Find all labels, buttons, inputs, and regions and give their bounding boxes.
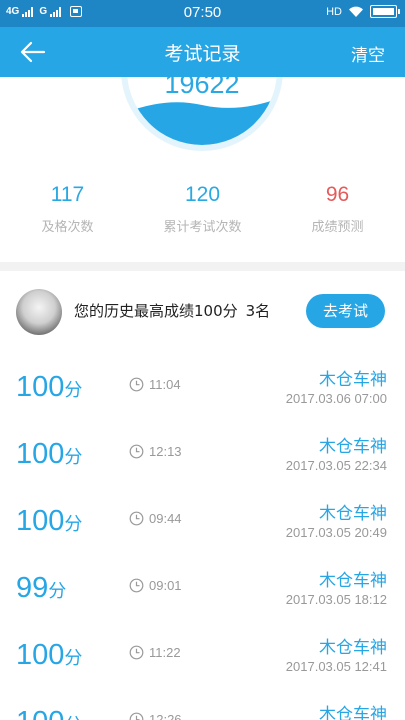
stat-exam-count: 120 累计考试次数	[135, 183, 270, 235]
record-time: 11:04	[149, 377, 181, 392]
record-score: 100分	[16, 438, 83, 470]
record-time: 11:22	[149, 645, 181, 660]
hd-label: HD	[326, 5, 342, 18]
stat-value: 120	[184, 183, 221, 206]
clock-icon	[129, 511, 144, 526]
record-list: 100分 11:04 木仓车神 2017.03.06 07:00 100分 12…	[0, 353, 405, 720]
record-score: 100分	[16, 639, 83, 671]
clock-icon	[129, 645, 144, 660]
stats-row: 117 及格次数 120 累计考试次数 96 成绩预测	[0, 183, 405, 235]
record-date: 2017.03.05 12:41	[285, 659, 387, 674]
list-item[interactable]: 100分 12:26 木仓车神	[0, 688, 405, 720]
record-time: 09:01	[149, 578, 182, 593]
best-score-label: 您的历史最高成绩100分	[74, 302, 238, 320]
stat-label: 累计考试次数	[163, 220, 242, 235]
stat-value: 117	[50, 183, 85, 206]
avatar	[16, 289, 62, 335]
battery-icon	[370, 5, 400, 18]
score-summary: 19622 117 及格次数 120 累计考试次数 96 成绩预测	[0, 77, 405, 262]
record-score: 100分	[16, 505, 83, 537]
record-time: 09:44	[149, 511, 182, 526]
clock-icon	[129, 578, 144, 593]
list-item[interactable]: 100分 11:22 木仓车神 2017.03.05 12:41	[0, 621, 405, 688]
status-bar: 4G G 07:50 HD	[0, 0, 405, 27]
top-navbar: 考试记录 清空	[0, 27, 405, 77]
record-name: 木仓车神	[319, 638, 387, 658]
record-score: 99分	[16, 572, 67, 604]
stat-label: 成绩预测	[311, 220, 364, 235]
clock-icon	[129, 444, 144, 459]
best-score-row: 您的历史最高成绩100分 3名 去考试	[0, 271, 405, 353]
best-score-text: 您的历史最高成绩100分 3名	[74, 300, 278, 321]
stat-label: 及格次数	[41, 220, 94, 235]
clear-button[interactable]: 清空	[351, 41, 385, 66]
status-right: HD	[326, 5, 400, 18]
wifi-icon	[349, 6, 363, 17]
page-title: 考试记录	[164, 43, 241, 65]
best-rank: 3名	[245, 302, 271, 320]
total-score: 19622	[164, 77, 240, 99]
clock-icon	[129, 712, 144, 720]
record-date: 2017.03.05 20:49	[285, 525, 387, 540]
score-gauge: 19622	[121, 77, 283, 151]
record-name: 木仓车神	[319, 504, 387, 524]
stat-prediction: 96 成绩预测	[270, 183, 405, 235]
record-name: 木仓车神	[319, 571, 387, 591]
record-score: 100分	[16, 371, 83, 403]
record-time: 12:13	[149, 444, 182, 459]
clock-icon	[129, 377, 144, 392]
record-score: 100分	[16, 706, 82, 720]
go-exam-button[interactable]: 去考试	[306, 294, 385, 328]
list-item[interactable]: 100分 09:44 木仓车神 2017.03.05 20:49	[0, 487, 405, 554]
record-name: 木仓车神	[319, 370, 387, 390]
record-date: 2017.03.05 22:34	[285, 458, 387, 473]
record-name: 木仓车神	[319, 705, 387, 720]
list-item[interactable]: 100分 12:13 木仓车神 2017.03.05 22:34	[0, 420, 405, 487]
record-date: 2017.03.05 18:12	[285, 592, 387, 607]
record-name: 木仓车神	[319, 437, 387, 457]
record-date: 2017.03.06 07:00	[285, 391, 387, 406]
section-divider	[0, 262, 405, 271]
record-time: 12:26	[149, 712, 182, 720]
stat-pass-count: 117 及格次数	[0, 183, 135, 235]
list-item[interactable]: 100分 11:04 木仓车神 2017.03.06 07:00	[0, 353, 405, 420]
stat-value: 96	[325, 183, 350, 206]
list-item[interactable]: 99分 09:01 木仓车神 2017.03.05 18:12	[0, 554, 405, 621]
